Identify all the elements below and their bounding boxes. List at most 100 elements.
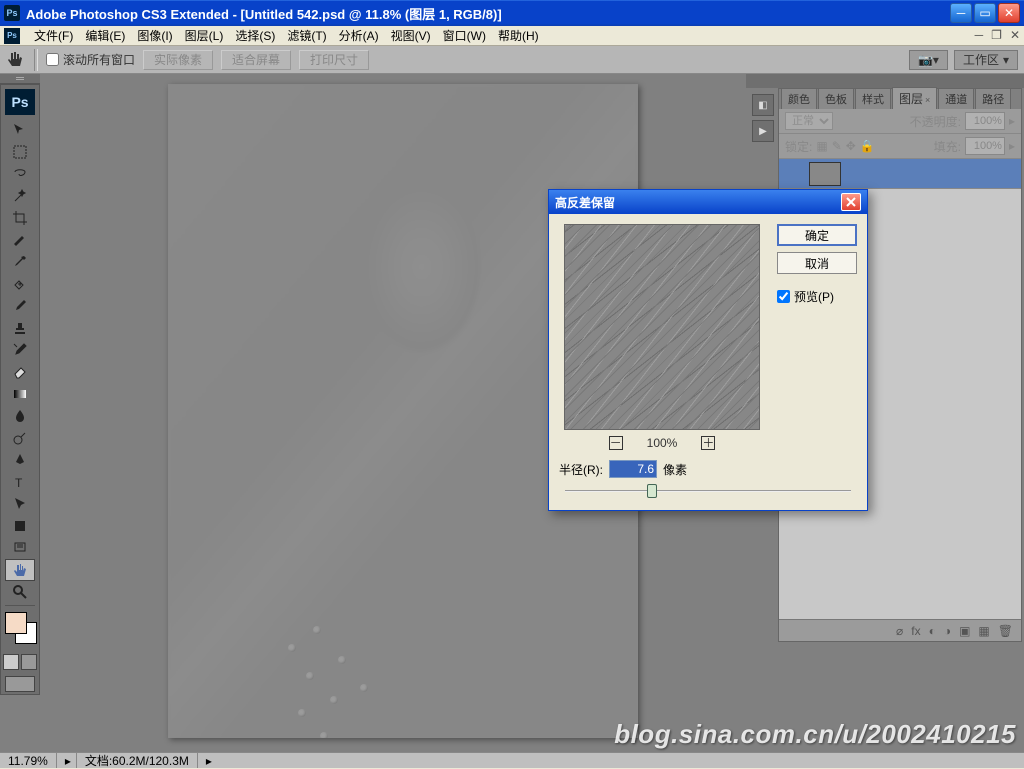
menu-view[interactable]: 视图(V) (385, 27, 437, 44)
radius-slider[interactable] (559, 482, 857, 500)
shape-tool[interactable] (5, 515, 35, 537)
scroll-all-label: 滚动所有窗口 (63, 51, 135, 68)
menu-file[interactable]: 文件(F) (28, 27, 79, 44)
cancel-button[interactable]: 取消 (777, 252, 857, 274)
path-select-tool[interactable] (5, 493, 35, 515)
hand-tool-indicator-icon (6, 50, 26, 70)
color-swatches[interactable] (1, 608, 39, 652)
toolbox-handle[interactable] (0, 74, 40, 84)
radius-input[interactable] (609, 460, 657, 478)
menu-image[interactable]: 图像(I) (131, 27, 178, 44)
collapsed-panel-icon-2[interactable]: ▶ (752, 120, 774, 142)
notes-tool[interactable] (5, 537, 35, 559)
quickmask-mode-button[interactable] (21, 654, 37, 670)
goto-bridge-button[interactable]: 📷▾ (909, 50, 948, 70)
doc-restore-icon[interactable]: ❐ (991, 28, 1002, 42)
lasso-tool[interactable] (5, 163, 35, 185)
tab-paths[interactable]: 路径 (975, 88, 1011, 109)
crop-tool[interactable] (5, 207, 35, 229)
group-icon[interactable]: ▣ (959, 624, 970, 638)
status-icon[interactable]: ▸ (57, 753, 77, 768)
preview-checkbox-input[interactable] (777, 290, 790, 303)
dialog-close-button[interactable] (841, 193, 861, 211)
menu-window[interactable]: 窗口(W) (437, 27, 492, 44)
zoom-out-button[interactable]: － (609, 436, 623, 450)
type-tool[interactable]: T (5, 471, 35, 493)
foreground-color-swatch[interactable] (5, 612, 27, 634)
radius-slider-thumb[interactable] (647, 484, 657, 498)
preview-checkbox-label: 预览(P) (794, 288, 834, 305)
collapsed-panel-icon-1[interactable]: ◧ (752, 94, 774, 116)
fit-screen-button[interactable]: 适合屏幕 (221, 50, 291, 70)
scroll-all-windows-checkbox[interactable]: 滚动所有窗口 (46, 51, 135, 68)
layer-mask-icon[interactable]: ◐ (929, 624, 936, 638)
hand-tool[interactable] (5, 559, 35, 581)
blur-tool[interactable] (5, 405, 35, 427)
dodge-tool[interactable] (5, 427, 35, 449)
status-doc-size[interactable]: 文档:60.2M/120.3M (77, 753, 198, 768)
close-button[interactable]: ✕ (998, 3, 1020, 23)
maximize-button[interactable]: ▭ (974, 3, 996, 23)
slice-tool[interactable] (5, 229, 35, 251)
wand-tool[interactable] (5, 185, 35, 207)
actual-pixels-button[interactable]: 实际像素 (143, 50, 213, 70)
lock-pos-icon[interactable]: ✥ (846, 139, 856, 153)
status-zoom[interactable]: 11.79% (0, 753, 57, 768)
doc-close-icon[interactable]: ✕ (1010, 28, 1020, 42)
filter-preview[interactable] (564, 224, 760, 430)
lock-all-icon[interactable]: 🔒 (860, 139, 875, 153)
tab-channels[interactable]: 通道 (938, 88, 974, 109)
panel-well[interactable] (746, 74, 1024, 88)
eraser-tool[interactable] (5, 361, 35, 383)
dialog-title: 高反差保留 (555, 194, 615, 211)
blend-mode-select[interactable]: 正常 (785, 112, 833, 130)
layer-row-selected[interactable] (779, 159, 1021, 189)
zoom-tool[interactable] (5, 581, 35, 603)
menu-analysis[interactable]: 分析(A) (333, 27, 385, 44)
app-icon: Ps (4, 5, 20, 21)
opacity-value[interactable]: 100% (965, 112, 1005, 130)
layer-style-icon[interactable]: fx (911, 624, 920, 638)
scroll-all-checkbox-input[interactable] (46, 53, 59, 66)
doc-icon: Ps (4, 28, 20, 44)
doc-minimize-icon[interactable]: ─ (975, 28, 984, 42)
link-layers-icon[interactable]: ⌀ (896, 624, 903, 638)
brush-tool[interactable] (5, 295, 35, 317)
tab-color[interactable]: 颜色 (781, 88, 817, 109)
fill-arrow-icon[interactable]: ▸ (1009, 139, 1015, 153)
menu-layer[interactable]: 图层(L) (179, 27, 230, 44)
minimize-button[interactable]: ─ (950, 3, 972, 23)
zoom-in-button[interactable]: ＋ (701, 436, 715, 450)
stamp-tool[interactable] (5, 317, 35, 339)
move-tool[interactable] (5, 119, 35, 141)
fill-value[interactable]: 100% (965, 137, 1005, 155)
workspace-dropdown[interactable]: 工作区 ▾ (954, 50, 1018, 70)
screenmode-button[interactable] (5, 676, 35, 692)
preview-checkbox[interactable]: 预览(P) (777, 288, 857, 305)
tab-swatches[interactable]: 色板 (818, 88, 854, 109)
delete-layer-icon[interactable]: 🗑 (998, 624, 1013, 638)
lock-trans-icon[interactable]: ▦ (816, 139, 827, 153)
menu-select[interactable]: 选择(S) (229, 27, 281, 44)
menu-filter[interactable]: 滤镜(T) (281, 27, 332, 44)
opacity-arrow-icon[interactable]: ▸ (1009, 114, 1015, 128)
eyedropper-tool[interactable] (5, 251, 35, 273)
lock-pixels-icon[interactable]: ✎ (832, 139, 842, 153)
menu-edit[interactable]: 编辑(E) (79, 27, 131, 44)
ok-button[interactable]: 确定 (777, 224, 857, 246)
pen-tool[interactable] (5, 449, 35, 471)
adjustment-layer-icon[interactable]: ◑ (944, 624, 951, 638)
gradient-tool[interactable] (5, 383, 35, 405)
history-brush-tool[interactable] (5, 339, 35, 361)
dialog-titlebar[interactable]: 高反差保留 (549, 190, 867, 214)
high-pass-dialog: 高反差保留 － 100% ＋ 确定 取消 预览(P) 半径(R): 像素 (548, 189, 868, 511)
marquee-tool[interactable] (5, 141, 35, 163)
tab-layers[interactable]: 图层× (892, 87, 937, 109)
menu-help[interactable]: 帮助(H) (492, 27, 545, 44)
new-layer-icon[interactable]: ▦ (978, 624, 989, 638)
layer-thumbnail[interactable] (809, 162, 841, 186)
heal-tool[interactable] (5, 273, 35, 295)
standard-mode-button[interactable] (3, 654, 19, 670)
print-size-button[interactable]: 打印尺寸 (299, 50, 369, 70)
tab-styles[interactable]: 样式 (855, 88, 891, 109)
